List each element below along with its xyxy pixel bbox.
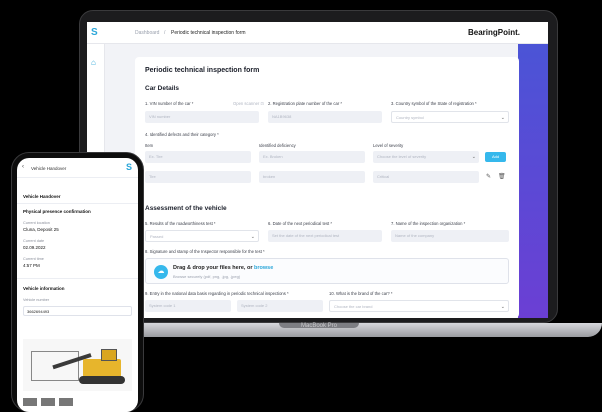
- excavator-track: [79, 376, 125, 384]
- severity-select[interactable]: Choose the level of severity ⌄: [373, 151, 479, 163]
- browse-link[interactable]: browse: [254, 265, 273, 271]
- breadcrumb-current: Periodic technical inspection form: [171, 30, 246, 36]
- signature-dropzone[interactable]: ☁ Drag & drop your files here, or browse…: [145, 258, 509, 284]
- back-arrow-icon[interactable]: ‹: [22, 164, 24, 170]
- laptop-model-label: MacBook Pro: [300, 323, 337, 329]
- defect-item-input[interactable]: Ex. Tire: [145, 151, 251, 163]
- defect-deficiency-input[interactable]: Ex. Broken: [259, 151, 365, 163]
- breadcrumb-root[interactable]: Dashboard: [135, 30, 159, 36]
- breadcrumb-separator: /: [164, 30, 166, 36]
- divider: [17, 278, 138, 279]
- section-car-details: Car Details: [145, 85, 179, 92]
- home-icon[interactable]: ⌂: [91, 58, 101, 68]
- dropzone-text: Drag & drop your files here, or browse: [173, 265, 273, 271]
- defects-label: 4. Identified defects and their category…: [145, 132, 219, 137]
- phone-header-title: Vehicle Handover: [31, 166, 67, 171]
- time-label: Current time: [23, 257, 44, 261]
- chevron-down-icon: ⌄: [471, 154, 476, 160]
- phone-section-handover: Vehicle Handover: [23, 194, 61, 199]
- severity-select-value: Choose the level of severity: [377, 154, 427, 159]
- defect-row-deficiency[interactable]: broken: [259, 171, 365, 183]
- chevron-down-icon: ⌄: [500, 115, 505, 121]
- add-defect-button[interactable]: Add: [485, 152, 506, 162]
- chevron-down-icon: ⌄: [500, 304, 505, 310]
- edit-icon[interactable]: ✎: [486, 173, 491, 180]
- app-logo-icon[interactable]: S: [91, 28, 100, 38]
- next-test-date-input[interactable]: Set the date of the next periodical test: [268, 230, 382, 242]
- app-topbar: S Dashboard / Periodic technical inspect…: [87, 22, 548, 44]
- defect-row-item[interactable]: Tire: [145, 171, 251, 183]
- date-label: Current date: [23, 239, 45, 243]
- app-logo-icon: S: [125, 162, 132, 172]
- thumbnail[interactable]: [23, 398, 37, 406]
- results-select-value: Passed: [150, 234, 164, 239]
- open-scanner-link[interactable]: Open scanner ⊡: [233, 101, 264, 106]
- results-label: 5. Results of the roadworthiness test *: [145, 221, 216, 226]
- excavator-cab: [101, 349, 117, 361]
- dropzone-subtext: Browse securely (pdf, png, .jpg, .jpeg): [173, 274, 241, 279]
- time-value: 4:57 PM: [23, 263, 40, 268]
- laptop-screen: S Dashboard / Periodic technical inspect…: [87, 22, 548, 318]
- vehicle-number-input[interactable]: 3662694493: [23, 306, 132, 316]
- upload-cloud-icon: ☁: [154, 265, 168, 279]
- phone-section-vehicle-info: Vehicle information: [23, 286, 65, 291]
- org-input[interactable]: Name of the company: [391, 230, 509, 242]
- entry-label: 9. Entry in the national data basis rega…: [145, 291, 289, 296]
- plate-label: 2. Registration plate number of the car …: [268, 101, 343, 106]
- brand-gradient-panel: [518, 44, 548, 318]
- phone-section-presence: Physical presence confirmation: [23, 209, 91, 214]
- product-mockup: S Dashboard / Periodic technical inspect…: [0, 0, 602, 412]
- phone-header: ‹ Vehicle Handover S: [17, 158, 138, 178]
- inspection-form: Periodic technical inspection form Car D…: [135, 57, 519, 318]
- chevron-down-icon: ⌄: [250, 234, 255, 240]
- dropzone-label: Drag & drop your files here, or: [173, 265, 253, 271]
- system-code-1-input[interactable]: System code 1: [145, 300, 231, 312]
- section-assessment: Assessment of the vehicle: [145, 205, 227, 212]
- photo-thumbnails: [23, 398, 132, 406]
- country-select[interactable]: Country symbol ⌄: [391, 111, 509, 123]
- date-value: 02.09.2022: [23, 245, 46, 250]
- col-item-label: Item: [145, 143, 154, 148]
- vin-label: 1. VIN number of the car *: [145, 101, 194, 106]
- thumbnail[interactable]: [41, 398, 55, 406]
- phone-screen: ‹ Vehicle Handover S Vehicle Handover Ph…: [17, 158, 138, 412]
- form-title: Periodic technical inspection form: [145, 67, 260, 74]
- thumbnail[interactable]: [59, 398, 73, 406]
- excavator-body: [83, 359, 121, 377]
- car-brand-select-value: Choose the car brand: [334, 304, 373, 309]
- col-severity-label: Level of severity: [373, 143, 404, 148]
- next-test-label: 6. Date of the next periodical test *: [268, 221, 333, 226]
- results-select[interactable]: Passed ⌄: [145, 230, 259, 242]
- system-code-2-input[interactable]: System code 2: [237, 300, 323, 312]
- vin-input[interactable]: VIN number: [145, 111, 259, 123]
- org-label: 7. Name of the inspection organization *: [391, 221, 466, 226]
- plate-input[interactable]: NA1B9638: [268, 111, 382, 123]
- location-value: Cluna, Deposit 25: [23, 227, 59, 232]
- vehicle-photo: [23, 339, 132, 391]
- vehicle-number-label: Vehicle number: [23, 298, 50, 302]
- brand-logo: BearingPoint.: [467, 28, 520, 37]
- trash-icon[interactable]: 🗑: [498, 173, 506, 180]
- col-deficiency-label: Identified deficiency: [259, 143, 296, 148]
- divider: [17, 203, 138, 204]
- car-brand-select[interactable]: Choose the car brand ⌄: [329, 300, 509, 312]
- car-brand-label: 10. What is the brand of the car? *: [329, 291, 393, 296]
- signature-label: 8. Signature and stamp of the Inspector …: [145, 249, 265, 254]
- country-select-value: Country symbol: [396, 115, 424, 120]
- location-label: Current location: [23, 221, 50, 225]
- defect-row-severity[interactable]: Critical: [373, 171, 479, 183]
- country-label: 3. Country symbol of the State of regist…: [391, 101, 477, 106]
